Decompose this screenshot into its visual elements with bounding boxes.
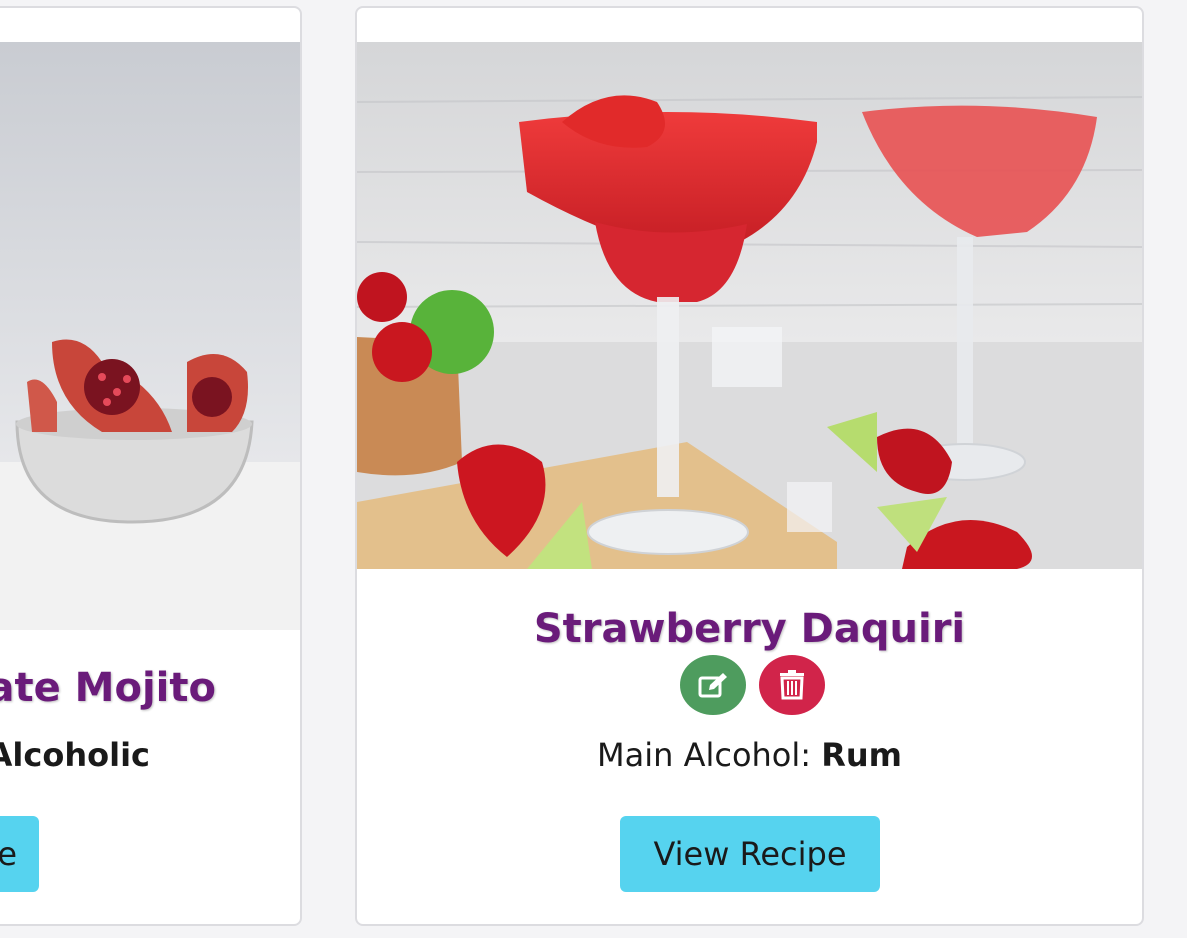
recipe-title: Strawberry Daquiri — [533, 606, 966, 652]
view-recipe-button[interactable]: e — [0, 816, 39, 892]
main-alcohol-value: Alcoholic — [0, 736, 150, 774]
recipe-image-strawberry-daquiri — [357, 42, 1142, 569]
main-alcohol-value: Rum — [821, 736, 902, 774]
edit-icon — [698, 673, 727, 698]
main-alcohol-text: Main Alcohol: Rum — [357, 736, 1142, 774]
trash-icon — [780, 670, 804, 700]
recipe-image-pomegranate — [0, 42, 300, 630]
main-alcohol-label: Main Alcohol: — [597, 736, 822, 774]
recipe-card-strawberry-daquiri: Strawberry Daquiri Main Alcohol: Rum Vie… — [355, 6, 1144, 926]
edit-recipe-button[interactable] — [680, 655, 746, 715]
view-recipe-button[interactable]: View Recipe — [620, 816, 880, 892]
delete-recipe-button[interactable] — [759, 655, 825, 715]
recipe-card-pomegranate-mojito: ate Mojito Alcoholic e — [0, 6, 302, 926]
recipe-title: ate Mojito — [0, 665, 216, 711]
main-alcohol-text: Alcoholic — [0, 736, 150, 774]
